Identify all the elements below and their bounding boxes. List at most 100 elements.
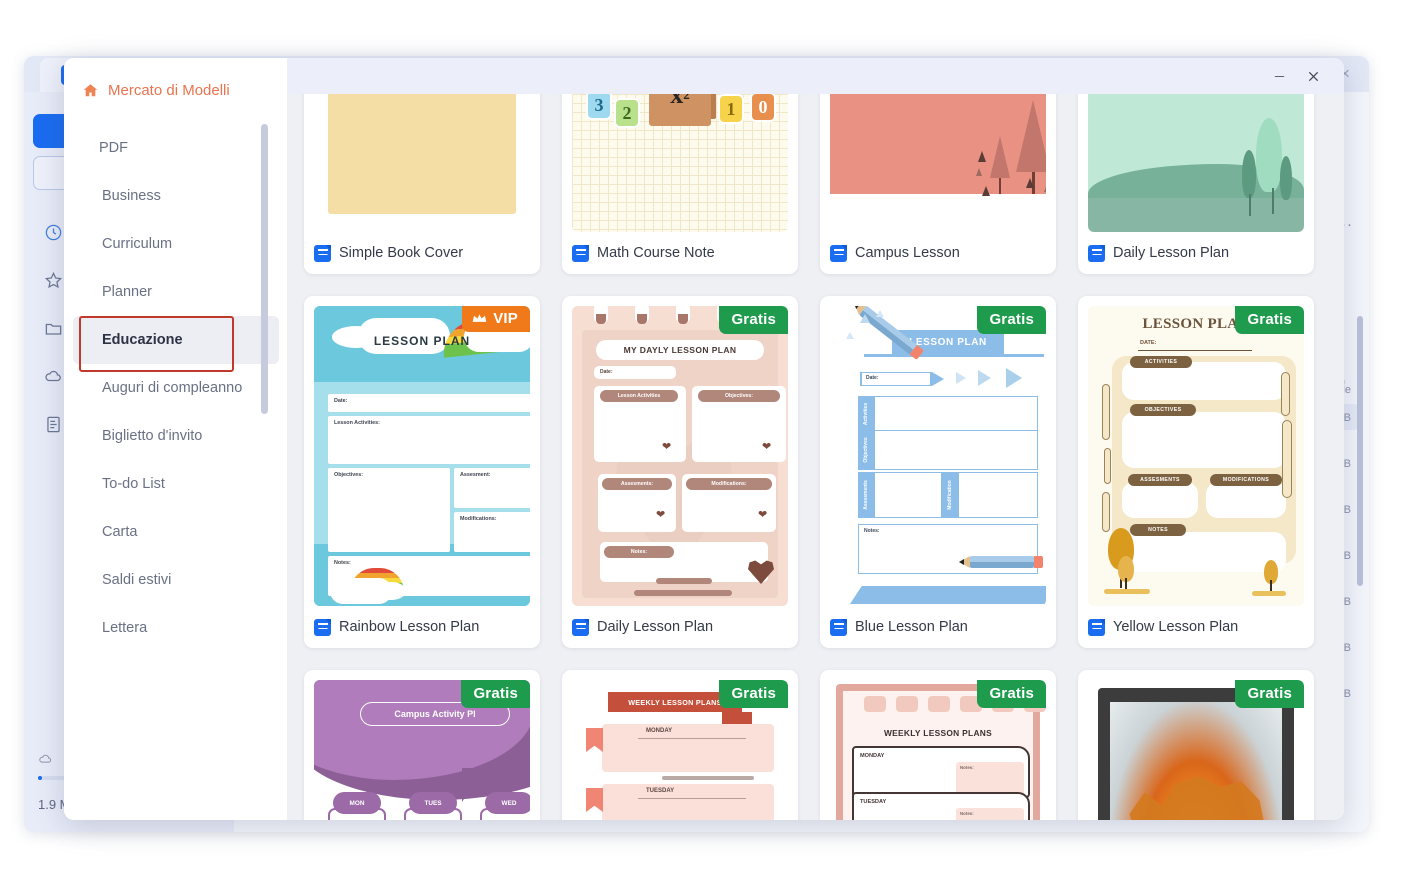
thumb-quote-box: “A beautiful written memories that shows…: [328, 94, 516, 214]
sidebar-item-label: Educazione: [102, 332, 183, 348]
template-card[interactable]: Objec Modifications Notes: [1078, 94, 1314, 274]
sidebar-item-label: Carta: [102, 524, 138, 540]
thumb-label-assesments: Assesments: [863, 480, 869, 510]
template-card[interactable]: Campus Activity Pl MON TUES WED Gratis: [304, 670, 540, 820]
thumb-note-box: Notes:: [956, 762, 1024, 796]
thumb-label-notes: Notes:: [864, 528, 880, 534]
template-thumbnail: Objec Modifications Notes: [1088, 94, 1304, 232]
template-name: Rainbow Lesson Plan: [339, 619, 480, 635]
template-card[interactable]: OCEAN COUNTRY “A beautiful written memor…: [304, 94, 540, 274]
category-nav: PDF Business Curriculum Planner Educazio…: [64, 124, 288, 652]
template-thumbnail: LESSON PLAN Date: Lesson Activities: Obj…: [314, 306, 530, 606]
minimize-button[interactable]: [1266, 64, 1292, 88]
cloud-status-icon: [39, 754, 52, 763]
thumb-label-objectives: Objectives: [863, 437, 869, 463]
badge-label: Gratis: [731, 685, 776, 702]
pdf-file-icon: [1088, 618, 1105, 636]
ghost-row-size: B: [1343, 642, 1351, 654]
template-thumbnail: LESSON PLAN DATE: ACTIVITIES OBJECTIVES …: [1088, 306, 1304, 606]
market-sidebar: Mercato di Modelli PDF Business Curricul…: [64, 58, 288, 820]
thumb-label-notes: Notes:: [604, 546, 674, 558]
sidebar-item-educazione[interactable]: Educazione: [73, 316, 279, 364]
pdf-file-icon: [1088, 244, 1105, 262]
thumb-day: TUES: [409, 792, 457, 814]
thumb-label-activities: Activities: [863, 402, 869, 426]
page-title: Mercato di Modelli: [108, 82, 230, 99]
free-badge: Gratis: [461, 680, 530, 708]
sidebar-item-label: Saldi estivi: [102, 572, 172, 588]
template-card-footer: Yellow Lesson Plan: [1078, 606, 1314, 648]
template-name: Math Course Note: [597, 245, 715, 261]
template-card[interactable]: LESSON PLAN DATE: ACTIVITIES OBJECTIVES …: [1078, 296, 1314, 648]
sidebar-item-label: Auguri di compleanno: [102, 380, 243, 396]
sidebar-item-to-do-list[interactable]: To-do List: [64, 460, 288, 508]
badge-label: Gratis: [473, 685, 518, 702]
thumb-label-objectives: Objectives:: [334, 472, 364, 478]
sidebar-item-carta[interactable]: Carta: [64, 508, 288, 556]
thumb-label-notes: NOTES: [1130, 524, 1186, 536]
thumb-note-box: Notes:: [956, 808, 1024, 820]
thumb-day: MONDAY: [646, 728, 673, 734]
template-card[interactable]: WEEKLY LESSON PLANS MONDAY Notes: TUESDA…: [820, 670, 1056, 820]
close-button[interactable]: [1300, 64, 1326, 88]
template-card-footer: Math Course Note: [562, 232, 798, 274]
sidebar-item-label: Curriculum: [102, 236, 173, 252]
home-icon: [82, 82, 99, 99]
template-card[interactable]: LESSON PLAN Date: Lesson Activities: Obj…: [304, 296, 540, 648]
sidebar-item-label: PDF: [99, 140, 128, 156]
template-card[interactable]: WEEKLY LESSON PLANS MONDAY TUESDAY Grati…: [562, 670, 798, 820]
template-thumbnail: OCEAN COUNTRY “A beautiful written memor…: [314, 94, 530, 232]
sidebar-item-lettera[interactable]: Lettera: [64, 604, 288, 652]
thumb-cube: x2: [649, 94, 711, 126]
thumb-day: WED: [485, 792, 530, 814]
sidebar-item-business[interactable]: Business: [64, 172, 288, 220]
template-name: Daily Lesson Plan: [1113, 245, 1230, 261]
thumb-number: 1: [718, 94, 744, 124]
template-card[interactable]: Gratis: [1078, 670, 1314, 820]
ghost-row-size: B: [1343, 596, 1351, 608]
template-card[interactable]: MY DAYLY LESSON PLAN Date: Lesson Activi…: [562, 296, 798, 648]
thumb-label-modifications: MODIFICATIONS: [1210, 474, 1282, 486]
template-thumbnail: Modifications: Notes:: [830, 94, 1046, 232]
thumb-label-date: Date:: [866, 375, 879, 381]
sidebar-item-label: Business: [102, 188, 161, 204]
sidebar-item-planner[interactable]: Planner: [64, 268, 288, 316]
template-card[interactable]: LESSON PLAN Date: Activities Objectives …: [820, 296, 1056, 648]
sidebar-item-saldi-estivi[interactable]: Saldi estivi: [64, 556, 288, 604]
sidebar-item-curriculum[interactable]: Curriculum: [64, 220, 288, 268]
template-thumbnail: Are needed to understand and rainbows, S…: [572, 94, 788, 232]
thumb-note-label: Notes:: [960, 765, 974, 770]
thumb-day: MON: [333, 792, 381, 814]
sidebar-item-label: Lettera: [102, 620, 148, 636]
template-market-dialog: Mercato di Modelli PDF Business Curricul…: [64, 58, 1344, 820]
badge-label: VIP: [493, 310, 518, 327]
sidebar-item-label: Planner: [102, 284, 152, 300]
pdf-file-icon: [572, 244, 589, 262]
template-card-footer: Daily Lesson Plan: [562, 606, 798, 648]
app-scrollbar[interactable]: [1357, 316, 1363, 586]
thumb-label-assesments: Assesments:: [602, 478, 672, 490]
thumb-label-activities: Lesson Activities:: [334, 420, 380, 426]
vip-badge: VIP: [462, 306, 530, 332]
sidebar-item-pdf[interactable]: PDF: [64, 124, 288, 172]
template-name: Blue Lesson Plan: [855, 619, 968, 635]
badge-label: Gratis: [1247, 685, 1292, 702]
sidebar-item-auguri-di-compleanno[interactable]: Auguri di compleanno: [64, 364, 288, 412]
template-card[interactable]: Are needed to understand and rainbows, S…: [562, 94, 798, 274]
sidebar-item-biglietto-dinvito[interactable]: Biglietto d'invito: [64, 412, 288, 460]
badge-label: Gratis: [989, 311, 1034, 328]
ghost-row-size: B: [1343, 458, 1351, 470]
pencil-icon-2: [959, 556, 1043, 568]
sidebar-scrollbar[interactable]: [261, 124, 268, 414]
thumb-number: 0: [750, 94, 776, 122]
pdf-file-icon: [572, 618, 589, 636]
free-badge: Gratis: [719, 680, 788, 708]
thumb-label-activities: Lesson Activities: [600, 390, 678, 402]
free-badge: Gratis: [719, 306, 788, 334]
template-card-footer: Blue Lesson Plan: [820, 606, 1056, 648]
thumb-number: 3: [586, 94, 612, 120]
badge-label: Gratis: [1247, 311, 1292, 328]
template-card-footer: Simple Book Cover: [304, 232, 540, 274]
template-card[interactable]: Modifications: Notes:: [820, 94, 1056, 274]
thumb-label-notes: Notes:: [334, 560, 351, 566]
